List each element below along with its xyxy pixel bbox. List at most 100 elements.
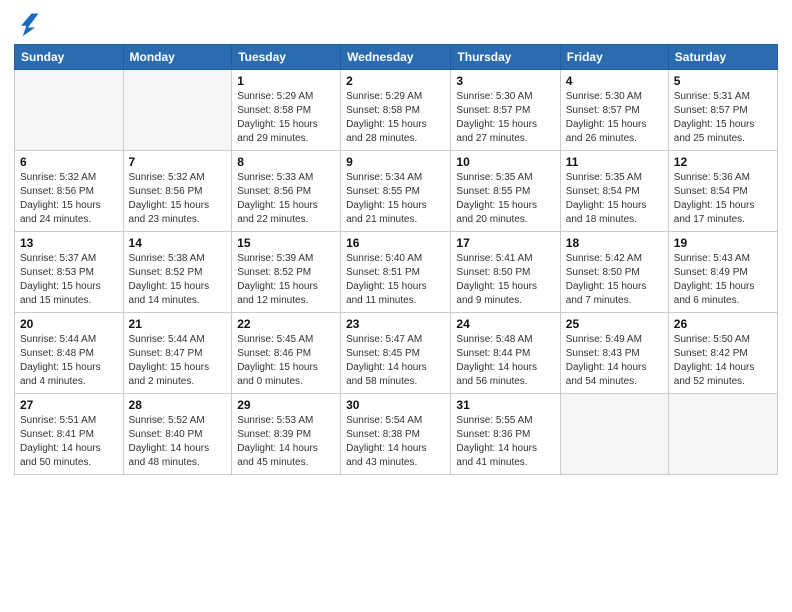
calendar-cell: 26 Sunrise: 5:50 AM Sunset: 8:42 PM Dayl… xyxy=(668,313,777,394)
calendar-cell: 12 Sunrise: 5:36 AM Sunset: 8:54 PM Dayl… xyxy=(668,151,777,232)
day-info: Sunrise: 5:40 AM Sunset: 8:51 PM Dayligh… xyxy=(346,252,445,308)
day-number: 7 xyxy=(129,155,227,169)
weekday-header-friday: Friday xyxy=(560,45,668,70)
calendar-cell: 14 Sunrise: 5:38 AM Sunset: 8:52 PM Dayl… xyxy=(123,232,232,313)
weekday-header-sunday: Sunday xyxy=(15,45,124,70)
day-number: 11 xyxy=(566,155,663,169)
calendar-cell xyxy=(15,70,124,151)
calendar-cell: 9 Sunrise: 5:34 AM Sunset: 8:55 PM Dayli… xyxy=(341,151,451,232)
calendar-cell: 27 Sunrise: 5:51 AM Sunset: 8:41 PM Dayl… xyxy=(15,394,124,475)
day-number: 26 xyxy=(674,317,772,331)
day-info: Sunrise: 5:35 AM Sunset: 8:54 PM Dayligh… xyxy=(566,171,663,227)
day-number: 3 xyxy=(456,74,554,88)
day-number: 1 xyxy=(237,74,335,88)
calendar-week-row: 13 Sunrise: 5:37 AM Sunset: 8:53 PM Dayl… xyxy=(15,232,778,313)
day-number: 17 xyxy=(456,236,554,250)
calendar: SundayMondayTuesdayWednesdayThursdayFrid… xyxy=(14,44,778,475)
day-number: 31 xyxy=(456,398,554,412)
day-info: Sunrise: 5:53 AM Sunset: 8:39 PM Dayligh… xyxy=(237,414,335,470)
day-number: 27 xyxy=(20,398,118,412)
calendar-week-row: 1 Sunrise: 5:29 AM Sunset: 8:58 PM Dayli… xyxy=(15,70,778,151)
day-info: Sunrise: 5:30 AM Sunset: 8:57 PM Dayligh… xyxy=(566,90,663,146)
day-number: 18 xyxy=(566,236,663,250)
day-info: Sunrise: 5:43 AM Sunset: 8:49 PM Dayligh… xyxy=(674,252,772,308)
calendar-cell xyxy=(668,394,777,475)
day-info: Sunrise: 5:51 AM Sunset: 8:41 PM Dayligh… xyxy=(20,414,118,470)
day-number: 22 xyxy=(237,317,335,331)
day-number: 4 xyxy=(566,74,663,88)
day-number: 14 xyxy=(129,236,227,250)
day-info: Sunrise: 5:36 AM Sunset: 8:54 PM Dayligh… xyxy=(674,171,772,227)
calendar-cell: 5 Sunrise: 5:31 AM Sunset: 8:57 PM Dayli… xyxy=(668,70,777,151)
calendar-cell: 6 Sunrise: 5:32 AM Sunset: 8:56 PM Dayli… xyxy=(15,151,124,232)
day-number: 8 xyxy=(237,155,335,169)
day-number: 28 xyxy=(129,398,227,412)
page: SundayMondayTuesdayWednesdayThursdayFrid… xyxy=(0,0,792,489)
day-info: Sunrise: 5:48 AM Sunset: 8:44 PM Dayligh… xyxy=(456,333,554,389)
day-info: Sunrise: 5:39 AM Sunset: 8:52 PM Dayligh… xyxy=(237,252,335,308)
calendar-cell: 20 Sunrise: 5:44 AM Sunset: 8:48 PM Dayl… xyxy=(15,313,124,394)
day-number: 23 xyxy=(346,317,445,331)
day-number: 12 xyxy=(674,155,772,169)
calendar-cell xyxy=(123,70,232,151)
day-number: 6 xyxy=(20,155,118,169)
day-number: 13 xyxy=(20,236,118,250)
weekday-header-wednesday: Wednesday xyxy=(341,45,451,70)
calendar-week-row: 20 Sunrise: 5:44 AM Sunset: 8:48 PM Dayl… xyxy=(15,313,778,394)
calendar-cell: 28 Sunrise: 5:52 AM Sunset: 8:40 PM Dayl… xyxy=(123,394,232,475)
calendar-cell: 30 Sunrise: 5:54 AM Sunset: 8:38 PM Dayl… xyxy=(341,394,451,475)
day-info: Sunrise: 5:37 AM Sunset: 8:53 PM Dayligh… xyxy=(20,252,118,308)
day-info: Sunrise: 5:54 AM Sunset: 8:38 PM Dayligh… xyxy=(346,414,445,470)
header xyxy=(14,10,778,38)
day-info: Sunrise: 5:31 AM Sunset: 8:57 PM Dayligh… xyxy=(674,90,772,146)
day-number: 29 xyxy=(237,398,335,412)
day-number: 30 xyxy=(346,398,445,412)
weekday-header-thursday: Thursday xyxy=(451,45,560,70)
calendar-cell: 17 Sunrise: 5:41 AM Sunset: 8:50 PM Dayl… xyxy=(451,232,560,313)
calendar-cell: 15 Sunrise: 5:39 AM Sunset: 8:52 PM Dayl… xyxy=(232,232,341,313)
calendar-cell: 25 Sunrise: 5:49 AM Sunset: 8:43 PM Dayl… xyxy=(560,313,668,394)
day-info: Sunrise: 5:30 AM Sunset: 8:57 PM Dayligh… xyxy=(456,90,554,146)
calendar-cell: 8 Sunrise: 5:33 AM Sunset: 8:56 PM Dayli… xyxy=(232,151,341,232)
logo xyxy=(14,10,46,38)
calendar-cell: 22 Sunrise: 5:45 AM Sunset: 8:46 PM Dayl… xyxy=(232,313,341,394)
weekday-header-row: SundayMondayTuesdayWednesdayThursdayFrid… xyxy=(15,45,778,70)
weekday-header-saturday: Saturday xyxy=(668,45,777,70)
day-info: Sunrise: 5:32 AM Sunset: 8:56 PM Dayligh… xyxy=(20,171,118,227)
calendar-cell: 23 Sunrise: 5:47 AM Sunset: 8:45 PM Dayl… xyxy=(341,313,451,394)
day-info: Sunrise: 5:44 AM Sunset: 8:47 PM Dayligh… xyxy=(129,333,227,389)
weekday-header-monday: Monday xyxy=(123,45,232,70)
day-info: Sunrise: 5:49 AM Sunset: 8:43 PM Dayligh… xyxy=(566,333,663,389)
calendar-cell: 24 Sunrise: 5:48 AM Sunset: 8:44 PM Dayl… xyxy=(451,313,560,394)
calendar-cell xyxy=(560,394,668,475)
calendar-week-row: 27 Sunrise: 5:51 AM Sunset: 8:41 PM Dayl… xyxy=(15,394,778,475)
logo-icon xyxy=(14,10,42,38)
calendar-cell: 13 Sunrise: 5:37 AM Sunset: 8:53 PM Dayl… xyxy=(15,232,124,313)
day-number: 5 xyxy=(674,74,772,88)
day-number: 21 xyxy=(129,317,227,331)
day-info: Sunrise: 5:35 AM Sunset: 8:55 PM Dayligh… xyxy=(456,171,554,227)
day-number: 20 xyxy=(20,317,118,331)
calendar-cell: 2 Sunrise: 5:29 AM Sunset: 8:58 PM Dayli… xyxy=(341,70,451,151)
calendar-week-row: 6 Sunrise: 5:32 AM Sunset: 8:56 PM Dayli… xyxy=(15,151,778,232)
day-number: 25 xyxy=(566,317,663,331)
day-info: Sunrise: 5:47 AM Sunset: 8:45 PM Dayligh… xyxy=(346,333,445,389)
day-info: Sunrise: 5:42 AM Sunset: 8:50 PM Dayligh… xyxy=(566,252,663,308)
calendar-cell: 4 Sunrise: 5:30 AM Sunset: 8:57 PM Dayli… xyxy=(560,70,668,151)
day-number: 24 xyxy=(456,317,554,331)
day-info: Sunrise: 5:29 AM Sunset: 8:58 PM Dayligh… xyxy=(346,90,445,146)
day-number: 16 xyxy=(346,236,445,250)
calendar-cell: 29 Sunrise: 5:53 AM Sunset: 8:39 PM Dayl… xyxy=(232,394,341,475)
weekday-header-tuesday: Tuesday xyxy=(232,45,341,70)
day-info: Sunrise: 5:45 AM Sunset: 8:46 PM Dayligh… xyxy=(237,333,335,389)
calendar-cell: 10 Sunrise: 5:35 AM Sunset: 8:55 PM Dayl… xyxy=(451,151,560,232)
calendar-cell: 11 Sunrise: 5:35 AM Sunset: 8:54 PM Dayl… xyxy=(560,151,668,232)
day-info: Sunrise: 5:34 AM Sunset: 8:55 PM Dayligh… xyxy=(346,171,445,227)
day-info: Sunrise: 5:29 AM Sunset: 8:58 PM Dayligh… xyxy=(237,90,335,146)
calendar-cell: 3 Sunrise: 5:30 AM Sunset: 8:57 PM Dayli… xyxy=(451,70,560,151)
day-number: 2 xyxy=(346,74,445,88)
day-number: 9 xyxy=(346,155,445,169)
calendar-cell: 31 Sunrise: 5:55 AM Sunset: 8:36 PM Dayl… xyxy=(451,394,560,475)
day-info: Sunrise: 5:55 AM Sunset: 8:36 PM Dayligh… xyxy=(456,414,554,470)
day-info: Sunrise: 5:41 AM Sunset: 8:50 PM Dayligh… xyxy=(456,252,554,308)
